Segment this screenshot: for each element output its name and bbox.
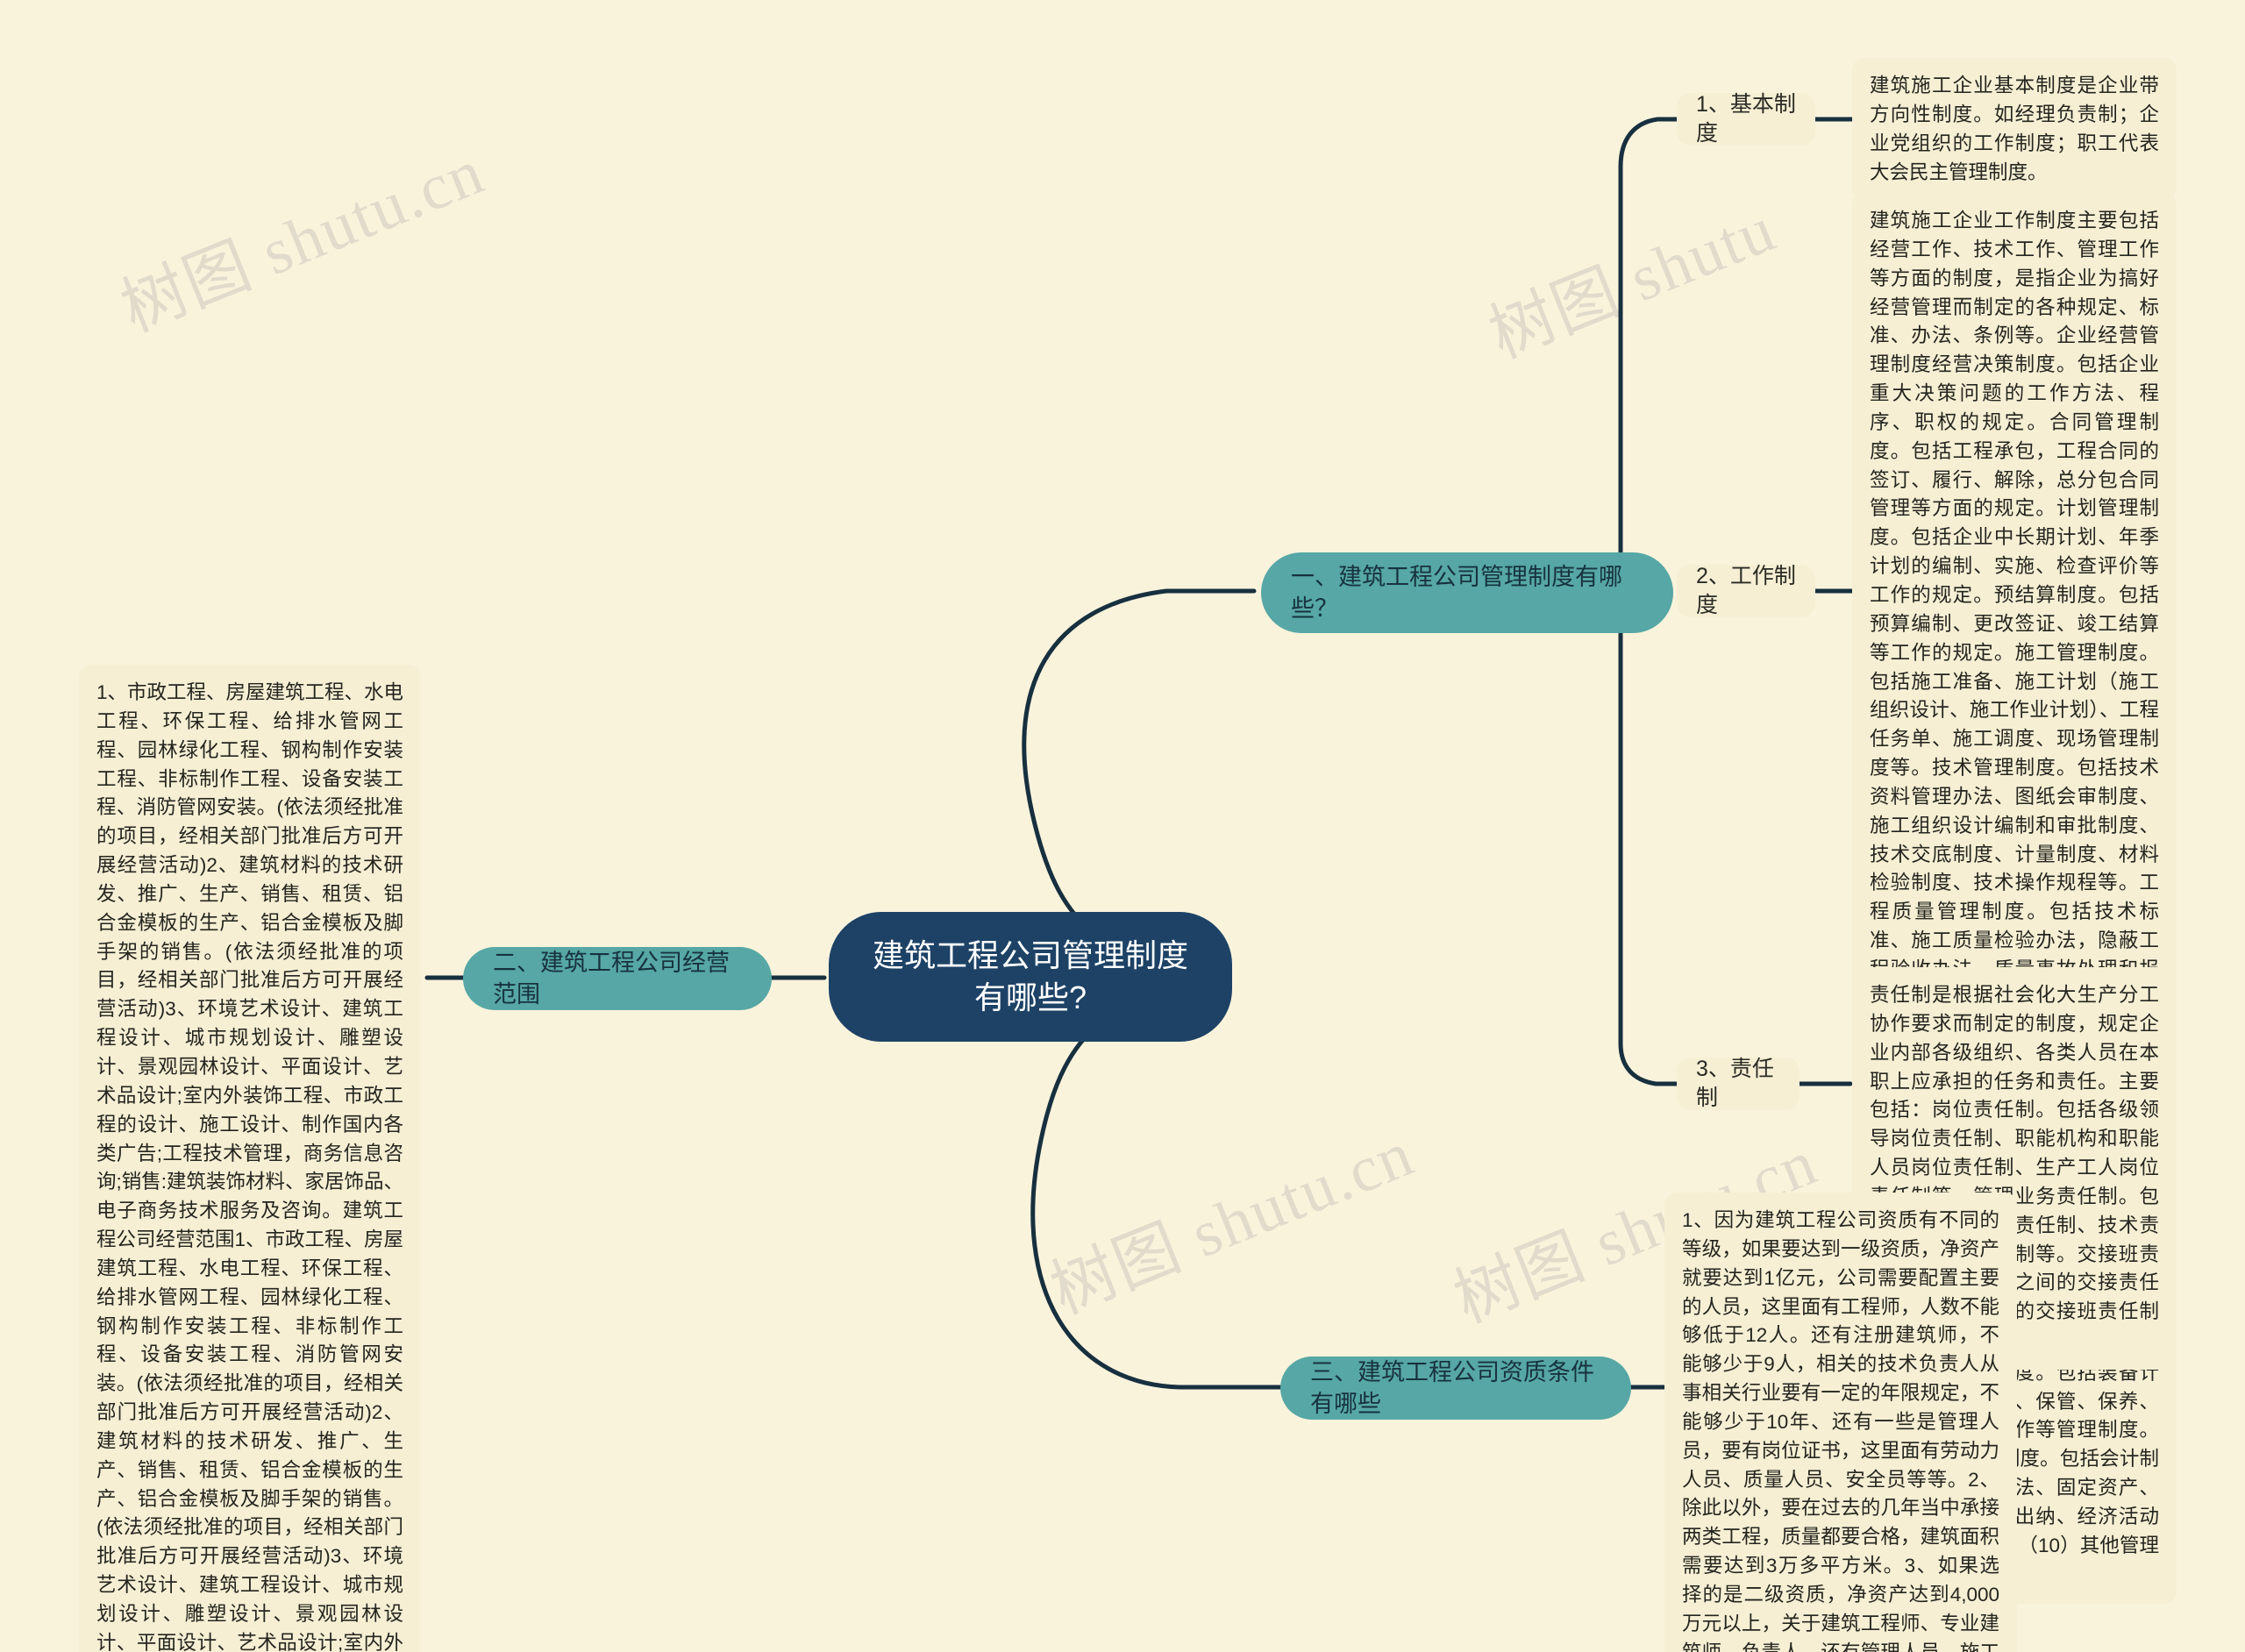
subnode-basic-system[interactable]: 1、基本制度 — [1677, 91, 1815, 146]
branch-node-1-label: 一、建筑工程公司管理制度有哪些？ — [1291, 563, 1622, 622]
panel-business-scope: 1、市政工程、房屋建筑工程、水电工程、环保工程、给排水管网工程、园林绿化工程、钢… — [79, 665, 421, 1652]
root-node-label: 建筑工程公司管理制度有哪些? — [872, 936, 1188, 1015]
watermark-text: 树图 shutu — [1479, 193, 1786, 373]
subnode-work-system[interactable]: 2、工作制度 — [1677, 564, 1815, 617]
subnode-work-system-label: 2、工作制度 — [1696, 563, 1796, 618]
watermark-text: 树图 shutu.cn — [111, 135, 495, 346]
branch-node-3[interactable]: 三、建筑工程公司资质条件有哪些 — [1280, 1356, 1631, 1420]
subnode-basic-system-label: 1、基本制度 — [1696, 91, 1796, 146]
branch-node-3-label: 三、建筑工程公司资质条件有哪些 — [1310, 1358, 1594, 1417]
branch-node-2[interactable]: 二、建筑工程公司经营范围 — [463, 947, 772, 1010]
panel-basic-system: 建筑施工企业基本制度是企业带方向性制度。如经理负责制；企业党组织的工作制度；职工… — [1852, 58, 2177, 202]
branch-node-2-label: 二、建筑工程公司经营范围 — [493, 949, 730, 1008]
subnode-responsibility-system[interactable]: 3、责任制 — [1677, 1057, 1800, 1110]
root-node[interactable]: 建筑工程公司管理制度有哪些? — [829, 912, 1232, 1042]
branch-node-1[interactable]: 一、建筑工程公司管理制度有哪些？ — [1261, 552, 1673, 633]
subnode-responsibility-system-label: 3、责任制 — [1696, 1056, 1774, 1111]
watermark-text: 树图 shutu.cn — [1041, 1117, 1424, 1328]
panel-qualification: 1、因为建筑工程公司资质有不同的等级，如果要达到一级资质，净资产就要达到1亿元，… — [1664, 1193, 2017, 1652]
mindmap-canvas: 树图 shutu.cn 树图 shutu 树图 shutu.cn 树图 shut… — [0, 0, 2245, 1652]
